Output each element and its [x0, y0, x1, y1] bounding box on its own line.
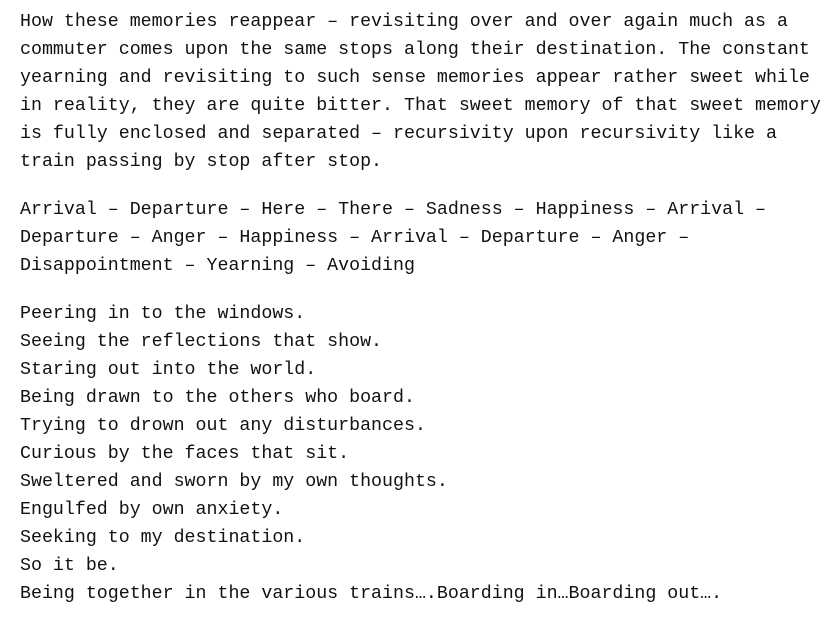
poem-line: Trying to drown out any disturbances. — [20, 416, 426, 436]
document-body: How these memories reappear – revisiting… — [20, 8, 826, 608]
poem-line: Seeing the reflections that show. — [20, 332, 383, 352]
intro-paragraph: How these memories reappear – revisiting… — [20, 12, 832, 172]
poem-line: Engulfed by own anxiety. — [20, 500, 284, 520]
poem-line: Being drawn to the others who board. — [20, 388, 415, 408]
poem-line: Sweltered and sworn by my own thoughts. — [20, 472, 448, 492]
poem-line: Seeking to my destination. — [20, 528, 306, 548]
poem-line: Curious by the faces that sit. — [20, 444, 350, 464]
poem-line: Peering in to the windows. — [20, 304, 306, 324]
emotion-sequence-paragraph: Arrival – Departure – Here – There – Sad… — [20, 200, 777, 276]
poem-line: So it be. — [20, 556, 119, 576]
poem-block: Peering in to the windows. Seeing the re… — [20, 300, 826, 608]
poem-line: Staring out into the world. — [20, 360, 317, 380]
poem-line: Being together in the various trains….Bo… — [20, 584, 723, 604]
